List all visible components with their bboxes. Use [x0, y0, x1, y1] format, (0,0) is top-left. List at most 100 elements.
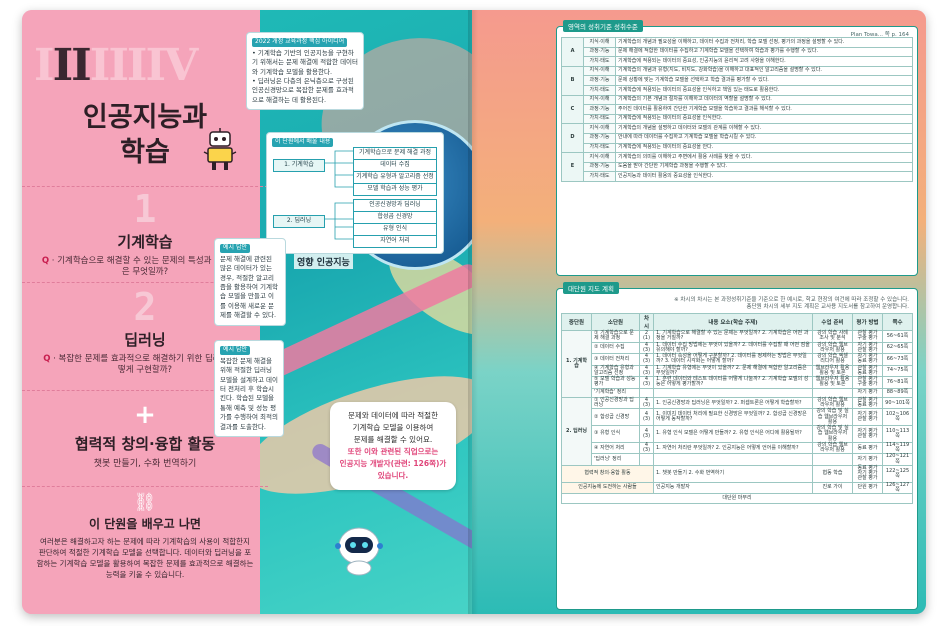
category-cell: 과정·기능: [583, 75, 616, 86]
table-row: 가치·태도 인공지능과 데이터 활용의 중요성을 인식한다.: [562, 171, 913, 182]
sub-unit-cell: ④ 자연어 처리: [591, 441, 640, 455]
table-row: 협력적 창의·융합 활동 1. 챗봇 만들기 2. 수화 번역하기 협동 학습 동료 …: [561, 464, 913, 483]
sub-unit-cell: ③ 유형 인식: [591, 425, 640, 443]
prep-cell: 웹브라우저 활용 활용 및 토론: [812, 364, 853, 377]
panel-heading: 대단원 지도 계획: [563, 282, 619, 294]
prep-cell: [812, 387, 853, 398]
content-cell: 1. 기계학습으로 해결할 수 있는 문제는 무엇일까? 2. 기계학습은 어떤…: [653, 330, 813, 343]
description-cell: 기계학습에 적용되는 데이터의 중요성, 인공지능의 윤리적 고려 사항을 이해…: [615, 56, 913, 67]
content-cell: 1. 훈련 데이터와 테스트 데이터를 어떻게 나눌까? 2. 기계학습 모델의…: [653, 376, 813, 389]
table-row: 과정·기능 문제 상황에 맞는 기계학습 모델을 선택하고 학습 결과를 평가할 …: [562, 75, 913, 86]
eval-cell: 자기 평가: [852, 387, 883, 398]
category-cell: 가치·태도: [583, 142, 616, 154]
table-row: 인공지능에 도전하는 사람들 인공지능 개발자 진로 가이 단원 평가 126~127쪽: [561, 481, 913, 495]
table-row: 과정·기능 주어진 데이터를 활용하여 간단한 기계학습 모델을 학습하고 결과를…: [562, 104, 913, 115]
sub-unit-cell: ⑤ 모델 학습과 성능 평가: [591, 376, 640, 389]
table-row: B 지식·이해 기계학습의 개념과 유형(지도, 비지도, 강화학습)을 이해하고 …: [561, 65, 913, 96]
eval-cell: 자기 평가 관찰 평가: [852, 408, 883, 427]
flow-node: 1. 기계학습: [273, 159, 325, 172]
table-footer: 대단원 마무리: [561, 493, 913, 504]
table-row: 가치·태도 기계학습에 적용되는 데이터의 중요성, 인공지능의 윤리적 고려 사…: [562, 56, 913, 67]
pages-cell: 114~119쪽: [882, 441, 913, 455]
description-cell: 기계학습에 적용되는 데이터의 중요성을 인식하고 책임 있는 태도로 활용한다…: [615, 84, 913, 96]
unit-contents-callout: 이 단원에서 배울 내용 1. 기계학습 기계학습으로 문제 해결 과정 데이터…: [266, 132, 444, 254]
eval-cell: 관찰 평가 동료 평가: [852, 396, 883, 410]
flow-node: 기계학습 유형과 알고리즘 선정: [353, 171, 437, 184]
sub-unit-cell: '딥러닝' 정리: [591, 453, 640, 466]
category-cell: 가치·태도: [583, 171, 616, 182]
content-cell: [653, 387, 813, 398]
flow-node: 인공신경망과 딥러닝: [353, 199, 437, 212]
prep-cell: 강의 학습 엑셀리디어 활용: [812, 353, 853, 366]
table-row: 과정·기능 문제 해결에 적합한 데이터를 수집하고 기계학습 모델을 선택하여 …: [562, 46, 913, 58]
hours-cell: 4 (3): [639, 425, 654, 443]
flow-connectors: [325, 150, 353, 240]
teaching-plan-table: 중단원 소단원 차시 내용 요소(학습 주제) 수업 준비 평가 방법 쪽수 1…: [561, 313, 913, 504]
prep-cell: 강의 학습 및 실습 웹브라우저 활용: [812, 408, 853, 427]
table-row: E 지식·이해 기계학습의 의미를 이해하고 주변에서 활용 사례를 찾을 수 있다…: [561, 152, 913, 182]
description-cell: 문제 해결에 적합한 데이터를 수집하고 기계학습 모델을 선택하여 학습과 평…: [615, 46, 913, 58]
table-row: C 지식·이해 기계학습의 기본 개념과 절차를 이해하고 데이터의 역할을 설명할…: [561, 94, 913, 125]
category-cell: 가치·태도: [583, 84, 616, 96]
eval-cell: 관찰 평가 구술 평가: [852, 376, 883, 389]
sub-unit-cell: ① 기계학습으로 문제 해결 과정: [591, 330, 640, 343]
table-row: ③ 유형 인식 4 (3) 1. 유형 인식 모델은 어떻게 만들까? 2. 유형 …: [562, 425, 913, 443]
description-cell: 문제 상황에 맞는 기계학습 모델을 선택하고 학습 결과를 평가할 수 있다.: [615, 75, 913, 86]
category-cell: 지식·이해: [583, 65, 616, 77]
eval-cell: 자기 평가 관찰 평가: [852, 425, 883, 443]
prep-cell: 강의 학습 사례 조사 및 분석: [812, 330, 853, 343]
description-cell: 기계학습의 의미를 이해하고 주변에서 활용 사례를 찾을 수 있다.: [615, 152, 913, 163]
activity-subtitle: 챗봇 만들기, 수화 번역하기: [93, 459, 197, 469]
hours-cell: 4 (3): [639, 408, 654, 427]
callout-tag: 예시 답안: [220, 244, 250, 253]
table-row: ④ 자연어 처리 4 (3) 1. 자연어 처리란 무엇일까? 2. 인공지능은 어…: [562, 441, 913, 455]
eval-cell: 단원 평가: [852, 481, 883, 495]
left-page: IIIIIIIV 인공지능과 학습 1 기계학습 Q · 기계학습으로 해결할 …: [22, 10, 472, 614]
description-cell: 기계학습에 적용되는 데이터의 중요성을 인식한다.: [615, 113, 913, 125]
table-row: 가치·태도 기계학습에 적용되는 데이터의 중요성을 인식한다.: [562, 113, 913, 125]
sub-unit-cell: ③ 데이터 전처리: [591, 353, 640, 366]
mid-unit-cell: 2. 딥러닝: [561, 396, 592, 466]
textbook-spread: IIIIIIIV 인공지능과 학습 1 기계학습 Q · 기계학습으로 해결할 …: [22, 10, 926, 614]
unit-roman-numerals: IIIIIIIV: [34, 40, 198, 91]
callout-tag: 예시 답안: [220, 346, 250, 355]
description-cell: 인공지능과 데이터 활용의 중요성을 인식한다.: [615, 171, 913, 182]
category-cell: 과정·기능: [583, 132, 616, 144]
content-cell: 1. 챗봇 만들기 2. 수화 번역하기: [653, 464, 813, 483]
hours-cell: 4 (3): [639, 353, 654, 366]
eval-cell: 관찰 평가 구술 평가: [852, 330, 883, 343]
pages-cell: 90~101쪽: [882, 396, 913, 410]
pages-cell: 88~89쪽: [882, 387, 913, 398]
achievement-standards-panel: 영역의 성취기준 성취수준 Plan Towa... 쪽 p. 164 A 지식·…: [556, 20, 918, 276]
hours-cell: 4 (3): [639, 396, 654, 410]
eval-cell: 동료 평가: [852, 441, 883, 455]
core-idea-callout: 2022 개정 교육과정 핵심 아이디어 • 기계학습 기반의 인공지능을 구현…: [246, 32, 364, 111]
description-cell: 주어진 데이터를 활용하여 간단한 기계학습 모델을 학습하고 결과를 해석할 …: [615, 104, 913, 115]
prep-cell: 강의 학습 웹브라우저 활용: [812, 441, 853, 455]
category-cell: 과정·기능: [583, 104, 616, 115]
robot-icon: [203, 128, 237, 170]
sub-unit-cell: '기계학습' 정리: [591, 387, 640, 398]
hours-cell: 2 (1): [639, 330, 654, 343]
pages-cell: 126~127쪽: [882, 481, 913, 495]
table-row: ② 데이터 수집 4 (3) 1. 데이터 수집 방법에는 무엇이 있을까? 2. …: [562, 341, 913, 354]
pages-cell: 66~73쪽: [882, 353, 913, 366]
prep-cell: 협동 학습: [812, 464, 853, 483]
sub-unit-cell: ① 인공신경망과 딥러닝: [591, 396, 640, 410]
flow-node: 합성곱 신경망: [353, 211, 437, 224]
flow-node: 기계학습으로 문제 해결 과정: [353, 147, 437, 160]
description-cell: 기계학습의 개념을 설명하고 데이터와 모델의 관계를 이해할 수 있다.: [615, 123, 913, 134]
table-row: ③ 데이터 전처리 4 (3) 1. 데이터 속성을 어떻게 구분할까? 2. 데이…: [562, 353, 913, 366]
book-gutter: [468, 10, 478, 614]
sub-unit-cell: ④ 기계학습 유형과 알고리즘 선정: [591, 364, 640, 377]
pages-cell: 102~106쪽: [882, 408, 913, 427]
hours-cell: 4 (3): [639, 376, 654, 389]
description-cell: 기계학습에 적용되는 데이터의 중요성을 안다.: [615, 142, 913, 154]
pages-cell: 74~75쪽: [882, 364, 913, 377]
hours-cell: 4 (3): [639, 364, 654, 377]
content-cell: [653, 453, 813, 466]
grade-cell: C: [561, 94, 584, 125]
panel-heading: 영역의 성취기준 성취수준: [563, 20, 643, 32]
description-cell: 도움을 받아 간단한 기계학습 과정을 수행할 수 있다.: [615, 161, 913, 173]
eval-cell: 자기 평가 동료 평가: [852, 353, 883, 366]
